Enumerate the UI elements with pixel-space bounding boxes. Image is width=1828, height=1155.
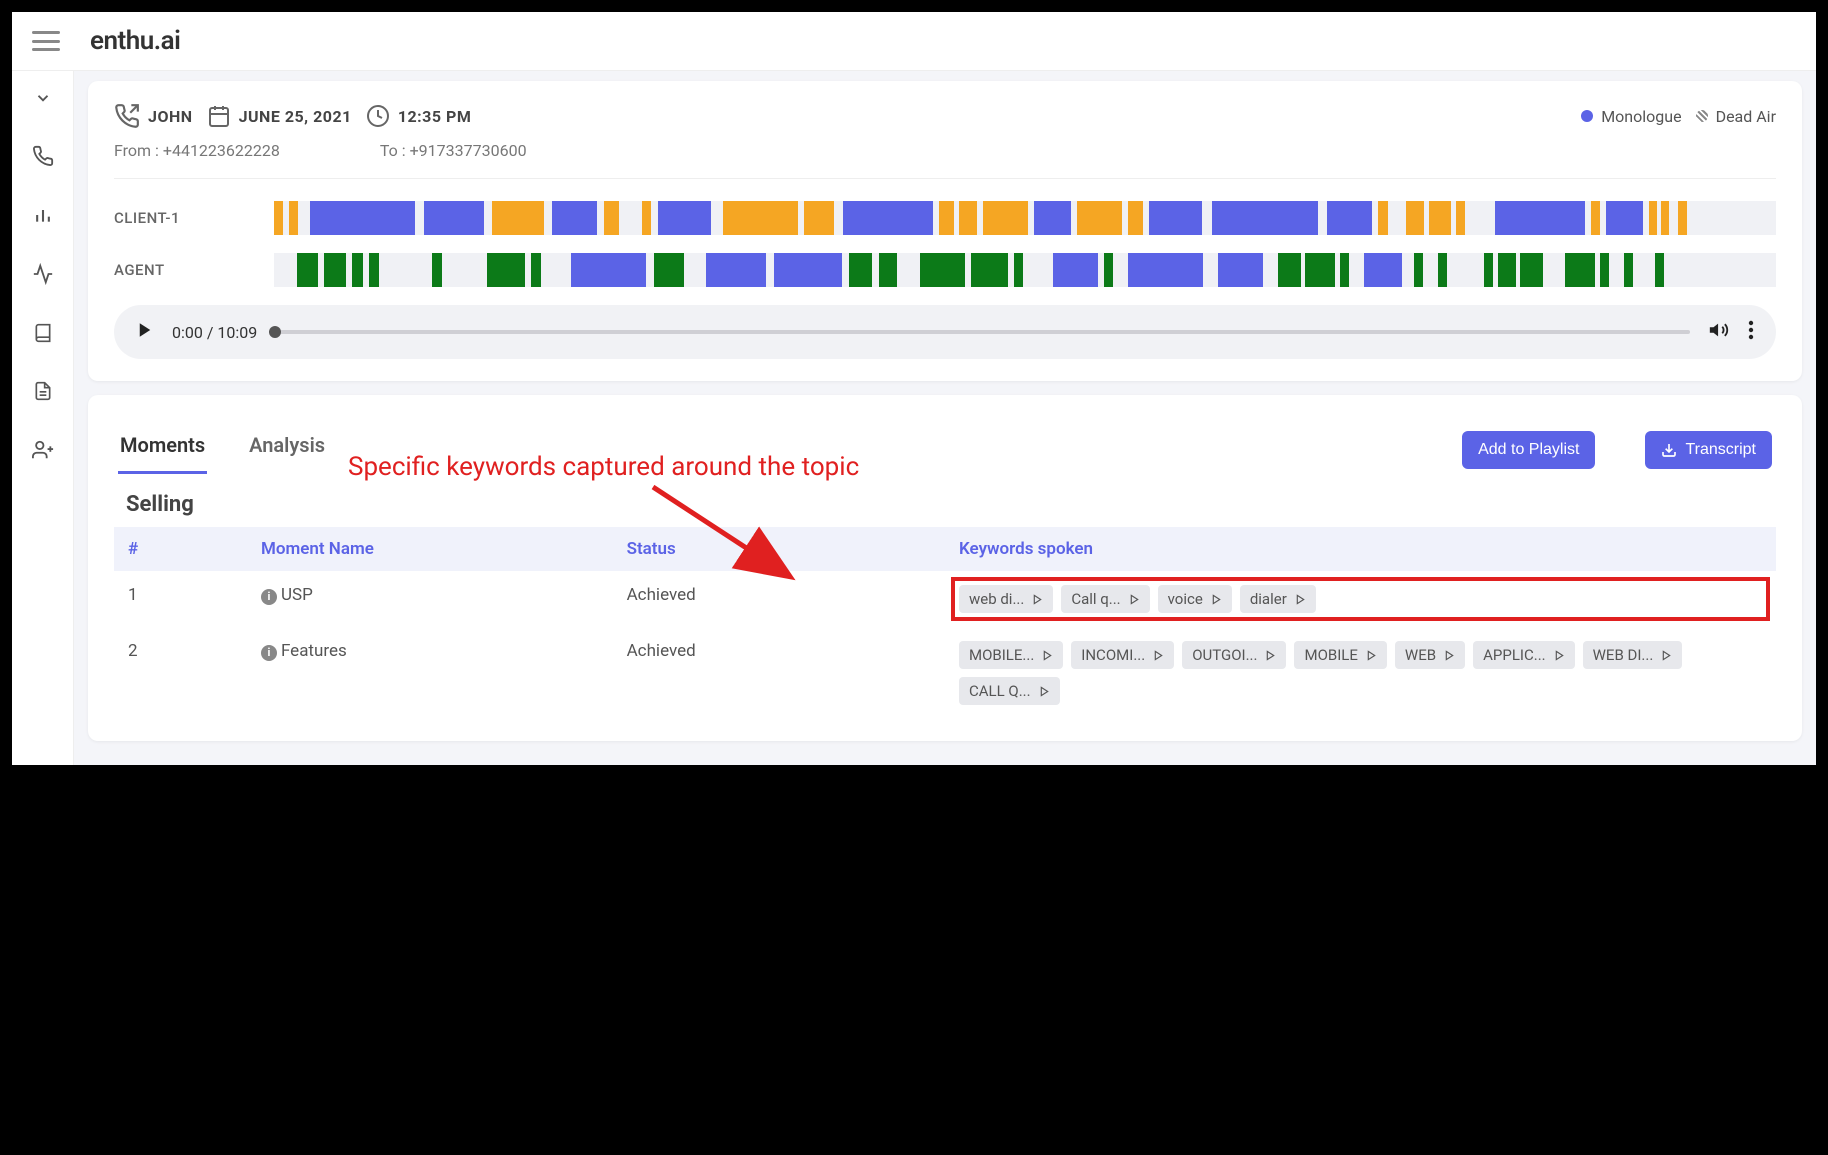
sidebar-library-icon[interactable] [33,323,53,343]
info-icon[interactable]: i [261,645,277,661]
sidebar-activity-icon[interactable] [32,263,54,285]
section-title: Selling [126,492,1776,517]
track-client-label: CLIENT-1 [114,209,274,227]
keyword-chip[interactable]: APPLIC... [1473,641,1575,669]
sidebar-document-icon[interactable] [33,381,53,401]
date-value: JUNE 25, 2021 [239,107,352,126]
brand-logo: enthu.ai [90,26,180,56]
legend-monologue: Monologue [1581,107,1681,126]
play-button[interactable] [136,321,154,343]
call-agent: JOHN [114,103,193,129]
call-from: From : +441223622228 [114,141,280,160]
keyword-chip[interactable]: WEB DI... [1583,641,1683,669]
call-date: JUNE 25, 2021 [207,104,352,128]
moments-table: # Moment Name Status Keywords spoken 1iU… [114,527,1776,719]
legend-dot-blue [1581,110,1593,122]
col-name: Moment Name [247,527,613,571]
keyword-chip[interactable]: OUTGOI... [1182,641,1286,669]
keyword-chip[interactable]: CALL Q... [959,677,1060,705]
col-status: Status [613,527,945,571]
keyword-chip[interactable]: INCOMI... [1071,641,1174,669]
row-name: iUSP [247,571,613,627]
transcript-button[interactable]: Transcript [1645,431,1772,469]
row-num: 2 [114,627,247,719]
legend-monologue-label: Monologue [1601,107,1681,126]
keyword-chip[interactable]: WEB [1395,641,1465,669]
table-row: 2iFeaturesAchieved MOBILE... INCOMI... OUTG… [114,627,1776,719]
tab-moments[interactable]: Moments [118,425,207,474]
sidebar-analytics-icon[interactable] [33,205,53,225]
row-num: 1 [114,571,247,627]
agent-name: JOHN [148,107,193,126]
player-time: 0:00 / 10:09 [172,323,257,342]
volume-icon[interactable] [1708,319,1730,345]
call-header-card: JOHN JUNE 25, 2021 12:35 PM Monologue [88,81,1802,381]
keyword-chip[interactable]: Call q... [1061,585,1149,613]
info-icon[interactable]: i [261,589,277,605]
sidebar-calls-icon[interactable] [32,145,54,167]
moments-card: Moments Analysis Add to Playlist Transcr… [88,395,1802,741]
sidebar-collapse-icon[interactable] [34,89,52,107]
call-to: To : +917337730600 [380,141,527,160]
col-keywords: Keywords spoken [945,527,1776,571]
player-seekbar[interactable] [275,330,1690,334]
player-more-icon[interactable] [1748,320,1754,344]
sidebar [12,71,74,765]
waveform-client[interactable] [274,201,1776,235]
legend-deadair: Dead Air [1696,107,1776,126]
row-name: iFeatures [247,627,613,719]
row-keywords: MOBILE... INCOMI... OUTGOI... MOBILE WEB APPL… [945,627,1776,719]
keyword-chip[interactable]: MOBILE [1294,641,1386,669]
col-num: # [114,527,247,571]
keyword-chip[interactable]: web di... [959,585,1053,613]
keyword-chip[interactable]: dialer [1240,585,1316,613]
waveform-agent[interactable] [274,253,1776,287]
call-time: 12:35 PM [366,104,472,128]
add-to-playlist-button[interactable]: Add to Playlist [1462,431,1595,469]
row-status: Achieved [613,571,945,627]
keyword-chip[interactable]: voice [1158,585,1232,613]
tab-analysis[interactable]: Analysis [247,425,327,474]
row-status: Achieved [613,627,945,719]
legend-dot-hatch [1696,110,1708,122]
table-row: 1iUSPAchieved web di... Call q... voice dial… [114,571,1776,627]
audio-player[interactable]: 0:00 / 10:09 [114,305,1776,359]
keyword-chip[interactable]: MOBILE... [959,641,1063,669]
sidebar-adduser-icon[interactable] [32,439,54,461]
track-agent-label: AGENT [114,261,274,279]
row-keywords: web di... Call q... voice dialer [945,571,1776,627]
time-value: 12:35 PM [398,107,472,126]
hamburger-menu[interactable] [32,31,60,51]
legend-deadair-label: Dead Air [1716,107,1776,126]
